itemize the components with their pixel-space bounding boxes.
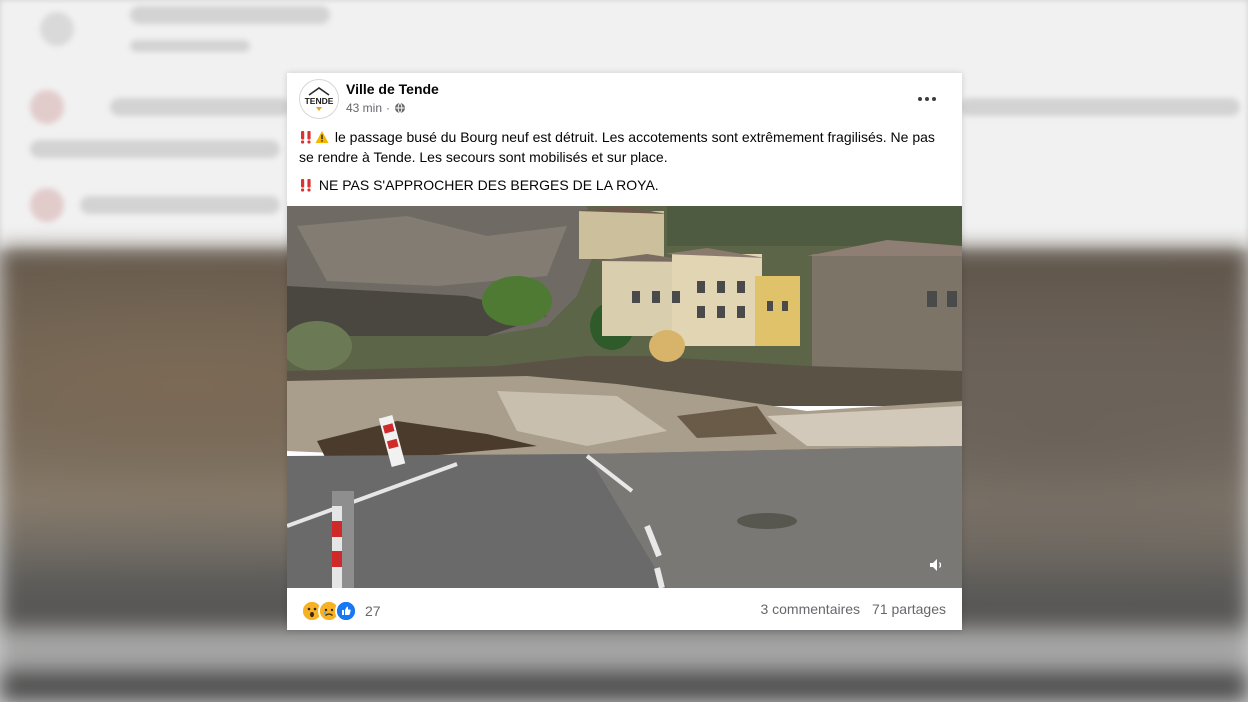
post-video[interactable] [287,206,962,588]
reaction-count: 27 [365,603,381,619]
blurred-footer-strip [0,628,1248,672]
logo-text: TENDE [305,96,334,106]
like-icon [335,600,357,622]
post-paragraph-1-text: le passage busé du Bourg neuf est détrui… [299,129,935,165]
reactions-summary[interactable]: 27 [301,600,381,622]
post-time[interactable]: 43 min [346,101,382,115]
blurred-text-line [110,98,290,116]
blurred-text-line [130,40,250,52]
blurred-text-line [30,140,280,158]
double-exclamation-icon [301,131,311,144]
double-exclamation-icon [301,179,311,192]
page-name-link[interactable]: Ville de Tende [346,81,439,97]
post-footer: 27 3 commentaires 71 partages [287,588,962,630]
page-avatar[interactable]: TENDE [299,79,339,119]
engagement-stats: 3 commentaires 71 partages [760,601,946,617]
blurred-emoji [30,188,64,222]
post-text: le passage busé du Bourg neuf est détrui… [299,127,949,203]
more-options-icon[interactable] [912,89,942,109]
post-paragraph-2: NE PAS S'APPROCHER DES BERGES DE LA ROYA… [299,175,949,195]
blurred-avatar [40,12,74,46]
meta-separator: · [386,101,391,115]
post-paragraph-1: le passage busé du Bourg neuf est détrui… [299,127,949,167]
blurred-text-line [960,98,1240,116]
mute-speaker-icon[interactable] [928,556,946,574]
post-header: TENDE Ville de Tende 43 min · [299,79,950,119]
shares-count-link[interactable]: 71 partages [872,601,946,617]
flooded-road-photo [287,206,962,588]
globe-icon [395,102,406,114]
warning-icon [315,131,329,143]
blurred-text-line [80,196,280,214]
post-meta: 43 min · [346,101,406,115]
blurred-text-line [130,6,330,24]
post-paragraph-2-text: NE PAS S'APPROCHER DES BERGES DE LA ROYA… [318,177,659,193]
blurred-emoji [30,90,64,124]
comments-count-link[interactable]: 3 commentaires [760,601,860,617]
tende-logo-icon: TENDE [305,87,334,111]
facebook-post-card: TENDE Ville de Tende 43 min · le passage… [287,73,962,630]
